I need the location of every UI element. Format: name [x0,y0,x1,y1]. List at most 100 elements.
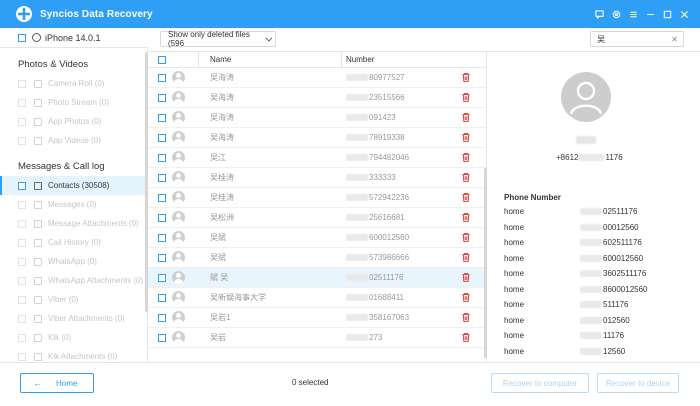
contact-name: 吴桂涛 [210,173,234,182]
delete-icon[interactable] [462,333,470,342]
sidebar-item-kik-attachments[interactable]: Kik Attachments (0) [0,347,147,362]
sidebar-item-messages[interactable]: Messages (0) [0,195,147,214]
table-row[interactable]: 吴桂涛 333333 [148,168,486,188]
sidebar-item-whatsapp-attachments[interactable]: WhatsApp Attachments (0) [0,271,147,290]
table-row[interactable]: 吴海涛 78919338 [148,128,486,148]
table-row[interactable]: 吴斌 573986666 [148,248,486,268]
table-row[interactable]: 吴新娱海事大学 01688411 [148,288,486,308]
sidebar-item-call-history[interactable]: Call History (0) [0,233,147,252]
table-scrollbar[interactable] [484,168,487,358]
close-icon[interactable] [678,8,690,20]
delete-icon[interactable] [462,313,470,322]
sidebar-item-whatsapp[interactable]: WhatsApp (0) [0,252,147,271]
sidebar-item-kik[interactable]: Kik (0) [0,328,147,347]
table-row[interactable]: 吴桂涛 572942236 [148,188,486,208]
delete-icon[interactable] [462,293,470,302]
delete-icon[interactable] [462,153,470,162]
delete-icon[interactable] [462,73,470,82]
delete-icon[interactable] [462,193,470,202]
recover-to-computer-button[interactable]: Recover to computer [491,373,589,393]
sidebar-item-checkbox[interactable] [18,333,26,342]
sidebar-item-checkbox[interactable] [18,314,26,323]
settings-gear-icon[interactable] [610,8,622,20]
sidebar-item-label: Kik Attachments (0) [48,352,118,361]
sidebar-item-checkbox[interactable] [18,295,26,304]
delete-icon[interactable] [462,273,470,282]
row-checkbox[interactable] [158,134,166,142]
deleted-filter-dropdown[interactable]: Show only deleted files (596 [160,30,276,48]
app-title: Syncios Data Recovery [40,8,153,20]
sidebar-item-checkbox[interactable] [18,117,26,126]
sidebar-item-app-photos[interactable]: App Photos (0) [0,112,147,131]
device-checkbox[interactable] [18,33,26,42]
column-header-number[interactable]: Number [346,55,374,64]
sidebar-item-checkbox[interactable] [18,276,26,285]
table-row[interactable]: 吴松洲 25616681 [148,208,486,228]
home-button[interactable]: ← Home [20,373,94,393]
sidebar-item-viber[interactable]: Viber (0) [0,290,147,309]
column-header-name[interactable]: Name [210,55,231,64]
row-checkbox[interactable] [158,214,166,222]
sidebar-item-message-attachments[interactable]: Message Attachments (0) [0,214,147,233]
clear-search-icon[interactable]: ✕ [671,35,678,44]
row-checkbox[interactable] [158,74,166,82]
device-selector[interactable]: iPhone 14.0.1 [0,28,148,48]
sidebar-item-checkbox[interactable] [18,181,26,190]
contact-name: 吴海涛 [210,133,234,142]
contact-avatar-icon [172,131,185,144]
row-checkbox[interactable] [158,294,166,302]
delete-icon[interactable] [462,133,470,142]
row-checkbox[interactable] [158,114,166,122]
row-checkbox[interactable] [158,174,166,182]
sidebar-item-checkbox[interactable] [18,352,26,361]
row-checkbox[interactable] [158,194,166,202]
sidebar-item-checkbox[interactable] [18,200,26,209]
select-all-checkbox[interactable] [158,56,166,64]
redacted-digits [346,334,368,342]
search-input[interactable]: 吴 ✕ [590,31,684,47]
sidebar-item-checkbox[interactable] [18,257,26,266]
delete-icon[interactable] [462,173,470,182]
menu-icon[interactable] [627,8,639,20]
delete-icon[interactable] [462,93,470,102]
whatsapp-icon [34,257,42,266]
row-checkbox[interactable] [158,94,166,102]
sidebar-item-camera-roll[interactable]: Camera Roll (0) [0,74,147,93]
row-checkbox[interactable] [158,234,166,242]
delete-icon[interactable] [462,213,470,222]
phone-type: home [504,222,525,232]
row-checkbox[interactable] [158,314,166,322]
column-separator [341,52,342,68]
row-checkbox[interactable] [158,154,166,162]
delete-icon[interactable] [462,113,470,122]
recover-to-device-button[interactable]: Recover to device [597,373,679,393]
sidebar-item-contacts[interactable]: Contacts (30508) [0,176,147,195]
sidebar-item-app-videos[interactable]: App Videos (0) [0,131,147,150]
sidebar-item-photo-stream[interactable]: Photo Stream (0) [0,93,147,112]
sidebar-item-checkbox[interactable] [18,98,26,107]
row-checkbox[interactable] [158,274,166,282]
delete-icon[interactable] [462,233,470,242]
table-row[interactable]: 吴斌 600012560 [148,228,486,248]
feedback-icon[interactable] [593,8,605,20]
table-row[interactable]: 吴海涛 23515566 [148,88,486,108]
sidebar-item-checkbox[interactable] [18,136,26,145]
row-checkbox[interactable] [158,334,166,342]
sidebar-item-checkbox[interactable] [18,238,26,247]
row-checkbox[interactable] [158,254,166,262]
table-row[interactable]: 吴岩 273 [148,328,486,348]
phone-number-row: home 012560 [504,316,694,331]
table-row[interactable]: 吴岩1 358167063 [148,308,486,328]
maximize-icon[interactable] [661,8,673,20]
delete-icon[interactable] [462,253,470,262]
table-row[interactable]: 斌 吴 02511176 [148,268,486,288]
phone-value-visible: 3602511176 [603,269,647,278]
sidebar-item-checkbox[interactable] [18,79,26,88]
minimize-icon[interactable] [644,8,656,20]
table-row[interactable]: 吴江 794482046 [148,148,486,168]
phone-value-visible: 600012560 [603,253,644,263]
table-row[interactable]: 吴海涛 80977527 [148,68,486,88]
table-row[interactable]: 吴海涛 091423 [148,108,486,128]
sidebar-item-checkbox[interactable] [18,219,26,228]
sidebar-item-viber-attachments[interactable]: Viber Attachments (0) [0,309,147,328]
